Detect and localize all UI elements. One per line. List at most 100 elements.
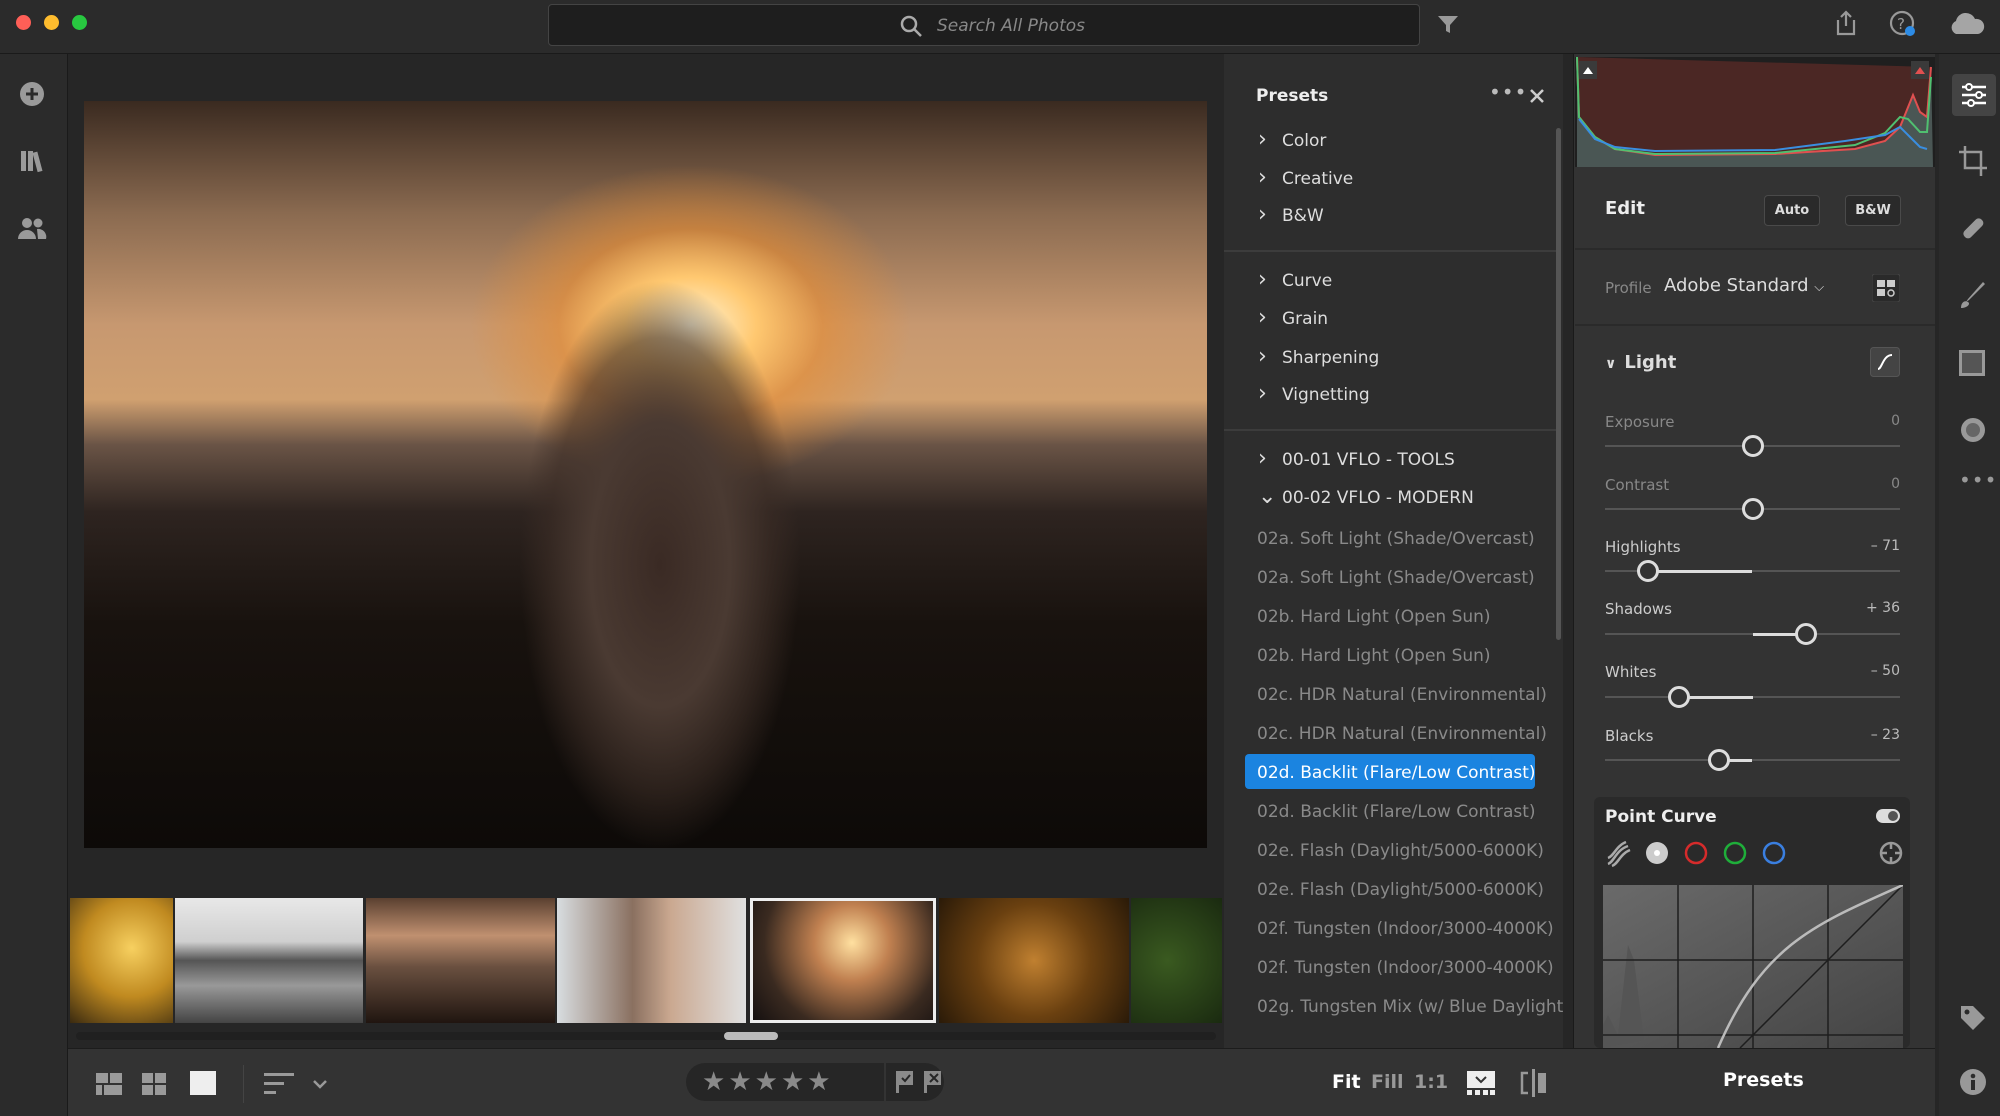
detail-view-icon[interactable] bbox=[190, 1071, 216, 1095]
preset-group-00-02-vflo-modern[interactable]: ⌄ 00-02 VFLO - MODERN bbox=[1258, 486, 1474, 509]
preset-item[interactable]: 02e. Flash (Daylight/5000-6000K) bbox=[1257, 880, 1544, 900]
healing-brush-icon[interactable] bbox=[1959, 214, 1987, 242]
right-rail: ••• bbox=[1939, 54, 2000, 1116]
preset-item[interactable]: 02c. HDR Natural (Environmental) bbox=[1257, 724, 1547, 744]
rgb-channel-icon[interactable] bbox=[1644, 840, 1670, 866]
linear-gradient-icon[interactable] bbox=[1959, 350, 1985, 376]
filmstrip-thumbnail[interactable] bbox=[1131, 898, 1222, 1023]
maximize-window-button[interactable] bbox=[72, 15, 87, 30]
tone-curve-icon[interactable] bbox=[1870, 347, 1900, 377]
preset-group-vignetting[interactable]: › Vignetting bbox=[1258, 383, 1370, 406]
preset-group-00-01-vflo-tools[interactable]: › 00-01 VFLO - TOOLS bbox=[1258, 448, 1455, 471]
square-grid-icon[interactable] bbox=[142, 1073, 166, 1095]
people-icon[interactable] bbox=[14, 210, 50, 246]
targeted-adjustment-icon[interactable] bbox=[1878, 840, 1904, 866]
star-icon[interactable]: ★ bbox=[702, 1067, 728, 1097]
slider-thumb[interactable] bbox=[1741, 498, 1764, 520]
auto-button[interactable]: Auto bbox=[1764, 195, 1820, 226]
info-icon[interactable] bbox=[1959, 1068, 1987, 1096]
cloud-icon[interactable] bbox=[1948, 12, 1986, 36]
photo-subject bbox=[520, 281, 800, 849]
green-channel-icon[interactable] bbox=[1722, 840, 1748, 866]
light-section-header[interactable]: ∨ Light bbox=[1605, 352, 1676, 373]
scrollbar-thumb[interactable] bbox=[724, 1032, 778, 1040]
slider-thumb[interactable] bbox=[1636, 560, 1659, 582]
blue-channel-icon[interactable] bbox=[1761, 840, 1787, 866]
star-icon[interactable]: ★ bbox=[807, 1067, 833, 1097]
help-icon[interactable]: ? bbox=[1889, 10, 1917, 38]
shadows-slider[interactable] bbox=[1605, 623, 1900, 645]
compare-view-icon[interactable] bbox=[1520, 1069, 1548, 1097]
profile-value: Adobe Standard bbox=[1664, 275, 1809, 296]
crop-icon[interactable] bbox=[1959, 146, 1987, 176]
share-icon[interactable] bbox=[1834, 10, 1858, 36]
preset-item[interactable]: 02e. Flash (Daylight/5000-6000K) bbox=[1257, 841, 1544, 861]
presets-tab-button[interactable]: Presets bbox=[1573, 1048, 1935, 1116]
filmstrip-scrollbar[interactable] bbox=[76, 1032, 1216, 1040]
zoom-fill-button[interactable]: Fill bbox=[1371, 1071, 1404, 1093]
radial-gradient-icon[interactable] bbox=[1959, 416, 1987, 444]
contrast-slider[interactable] bbox=[1605, 498, 1900, 520]
filmstrip-toggle-icon[interactable] bbox=[1467, 1071, 1495, 1095]
preset-item[interactable]: 02b. Hard Light (Open Sun) bbox=[1257, 646, 1491, 666]
preset-group-sharpening[interactable]: › Sharpening bbox=[1258, 346, 1379, 369]
slider-thumb[interactable] bbox=[1794, 623, 1817, 645]
tag-icon[interactable] bbox=[1959, 1004, 1987, 1032]
bw-button[interactable]: B&W bbox=[1845, 195, 1901, 226]
preset-item[interactable]: 02c. HDR Natural (Environmental) bbox=[1257, 685, 1547, 705]
zoom-fit-button[interactable]: Fit bbox=[1332, 1071, 1361, 1093]
preset-item[interactable]: 02b. Hard Light (Open Sun) bbox=[1257, 607, 1491, 627]
add-photos-icon[interactable] bbox=[14, 76, 50, 112]
preset-item[interactable]: 02g. Tungsten Mix (w/ Blue Daylight) bbox=[1257, 997, 1563, 1017]
minimize-window-button[interactable] bbox=[44, 15, 59, 30]
filmstrip-thumbnail[interactable] bbox=[70, 898, 173, 1023]
profile-browser-icon[interactable] bbox=[1872, 274, 1900, 302]
preset-group-curve[interactable]: › Curve bbox=[1258, 269, 1332, 292]
preset-group-b-w[interactable]: › B&W bbox=[1258, 204, 1324, 227]
preset-item[interactable]: 02a. Soft Light (Shade/Overcast) bbox=[1257, 568, 1535, 588]
close-window-button[interactable] bbox=[16, 15, 31, 30]
blacks-slider[interactable] bbox=[1605, 749, 1900, 771]
brush-icon[interactable] bbox=[1959, 282, 1987, 310]
reject-flag-icon[interactable] bbox=[924, 1071, 944, 1093]
star-rating[interactable]: ★★★★★ bbox=[702, 1067, 834, 1097]
slider-thumb[interactable] bbox=[1707, 749, 1730, 771]
preset-group-grain[interactable]: › Grain bbox=[1258, 307, 1328, 330]
star-icon[interactable]: ★ bbox=[728, 1067, 754, 1097]
star-icon[interactable]: ★ bbox=[755, 1067, 781, 1097]
light-title: Light bbox=[1624, 352, 1677, 373]
more-tools-icon[interactable]: ••• bbox=[1959, 468, 1997, 492]
preset-group-color[interactable]: › Color bbox=[1258, 129, 1326, 152]
exposure-slider[interactable] bbox=[1605, 435, 1900, 457]
preset-group-creative[interactable]: › Creative bbox=[1258, 167, 1353, 190]
slider-thumb[interactable] bbox=[1667, 686, 1690, 708]
whites-slider[interactable] bbox=[1605, 686, 1900, 708]
main-photo[interactable] bbox=[84, 101, 1207, 849]
grid-view-icon[interactable] bbox=[96, 1073, 122, 1095]
edit-panel-icon[interactable] bbox=[1952, 74, 1996, 116]
filmstrip-thumbnail[interactable] bbox=[939, 898, 1129, 1023]
left-rail bbox=[0, 54, 68, 1116]
filmstrip-thumbnail[interactable] bbox=[557, 898, 746, 1023]
parametric-curve-icon[interactable] bbox=[1604, 840, 1632, 868]
zoom-1-1-button[interactable]: 1:1 bbox=[1414, 1071, 1448, 1093]
sort-icon[interactable] bbox=[264, 1073, 294, 1095]
chevron-down-icon[interactable] bbox=[312, 1079, 328, 1089]
pick-flag-icon[interactable] bbox=[896, 1071, 916, 1093]
library-icon[interactable] bbox=[14, 143, 50, 179]
tone-curve-graph[interactable] bbox=[1603, 885, 1903, 1048]
filmstrip-thumbnail-selected[interactable] bbox=[750, 898, 936, 1023]
preset-item[interactable]: 02f. Tungsten (Indoor/3000-4000K) bbox=[1257, 958, 1554, 978]
highlights-slider[interactable] bbox=[1605, 560, 1900, 582]
profile-dropdown[interactable]: Adobe Standard ⌵ bbox=[1664, 275, 1824, 296]
point-curve-toggle[interactable] bbox=[1876, 809, 1900, 823]
filmstrip-thumbnail[interactable] bbox=[175, 898, 363, 1023]
slider-thumb[interactable] bbox=[1741, 435, 1764, 457]
filmstrip-thumbnail[interactable] bbox=[366, 898, 555, 1023]
preset-item[interactable]: 02d. Backlit (Flare/Low Contrast) bbox=[1257, 763, 1536, 783]
preset-item[interactable]: 02d. Backlit (Flare/Low Contrast) bbox=[1257, 802, 1536, 822]
star-icon[interactable]: ★ bbox=[781, 1067, 807, 1097]
preset-item[interactable]: 02f. Tungsten (Indoor/3000-4000K) bbox=[1257, 919, 1554, 939]
preset-item[interactable]: 02a. Soft Light (Shade/Overcast) bbox=[1257, 529, 1535, 549]
red-channel-icon[interactable] bbox=[1683, 840, 1709, 866]
